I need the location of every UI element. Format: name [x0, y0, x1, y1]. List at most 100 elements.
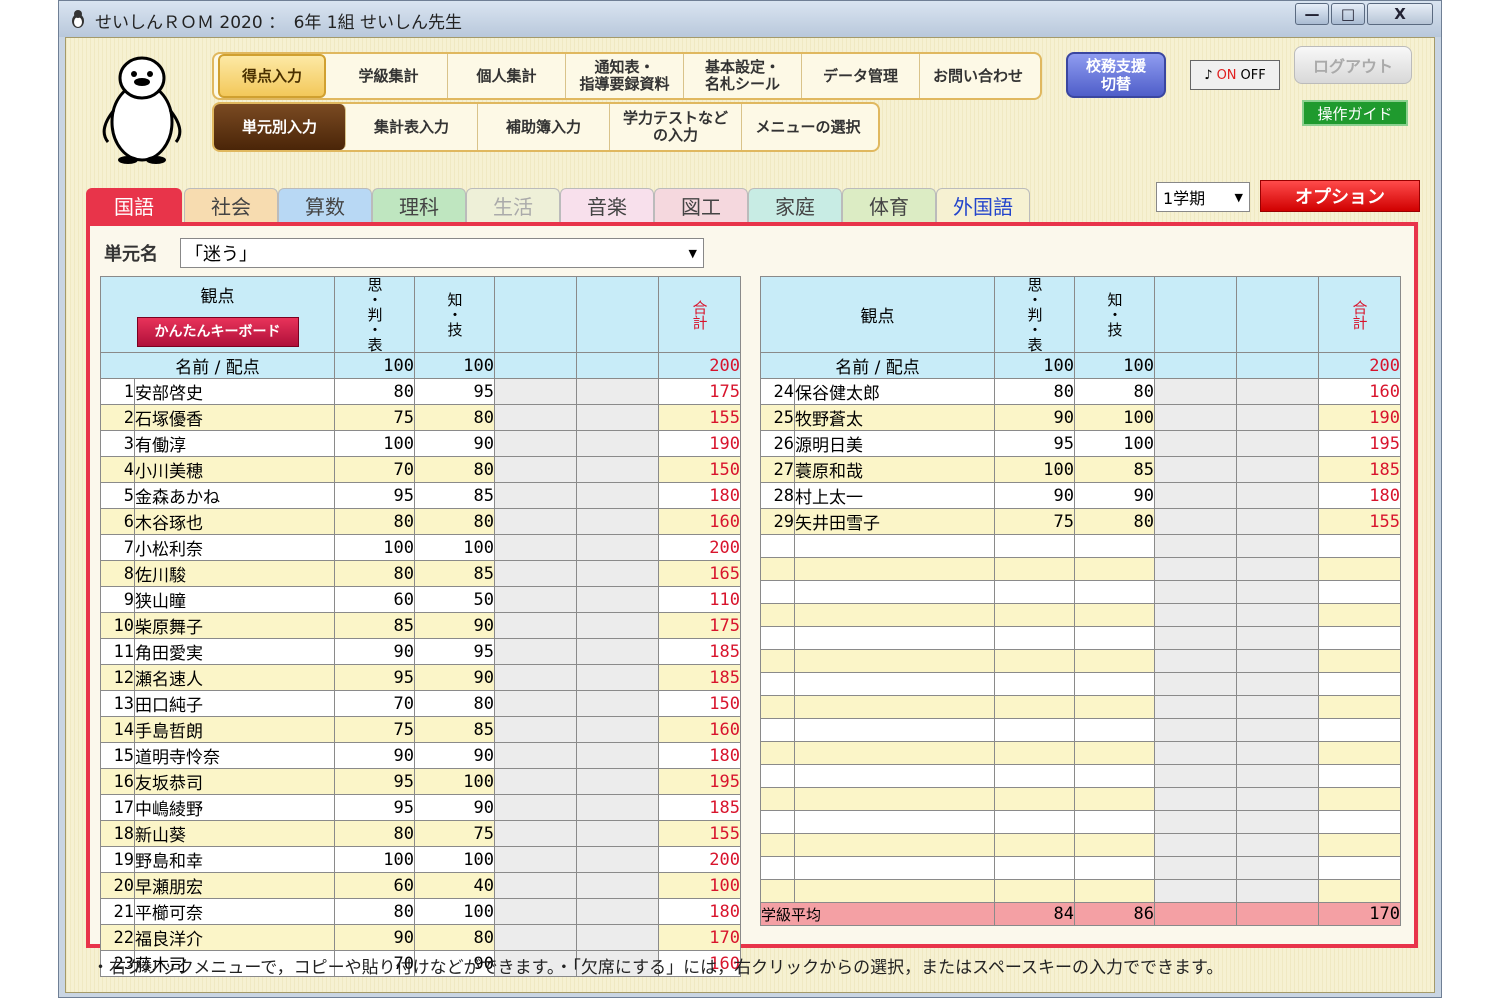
score-empty[interactable]: [1154, 764, 1237, 788]
score-empty[interactable]: [1236, 787, 1319, 811]
score-knowledge[interactable]: [1074, 787, 1155, 811]
score-empty[interactable]: [576, 924, 659, 951]
score-empty[interactable]: [576, 586, 659, 613]
score-thinking[interactable]: [994, 534, 1075, 558]
unit-select[interactable]: 「迷う」 ▼: [180, 238, 704, 268]
score-empty[interactable]: [494, 586, 577, 613]
score-empty[interactable]: [1154, 456, 1237, 483]
score-thinking[interactable]: [994, 810, 1075, 834]
score-thinking[interactable]: [994, 557, 1075, 581]
score-empty[interactable]: [576, 716, 659, 743]
sound-off-label[interactable]: OFF: [1241, 68, 1266, 83]
score-knowledge[interactable]: 100: [414, 898, 495, 925]
score-knowledge[interactable]: [1074, 695, 1155, 719]
score-empty[interactable]: [494, 482, 577, 509]
tab-japanese[interactable]: 国語: [86, 188, 182, 222]
score-thinking[interactable]: [994, 879, 1075, 903]
score-empty[interactable]: [1154, 580, 1237, 604]
score-empty[interactable]: [494, 612, 577, 639]
score-knowledge[interactable]: 90: [1074, 482, 1155, 509]
score-knowledge[interactable]: [1074, 764, 1155, 788]
score-empty[interactable]: [1154, 534, 1237, 558]
score-thinking[interactable]: 100: [334, 846, 415, 873]
nav-contact[interactable]: お問い合わせ: [920, 54, 1036, 98]
score-empty[interactable]: [1154, 482, 1237, 509]
close-button[interactable]: X: [1367, 3, 1433, 25]
score-knowledge[interactable]: 80: [414, 456, 495, 483]
score-thinking[interactable]: [994, 672, 1075, 696]
score-thinking[interactable]: [994, 741, 1075, 765]
score-thinking[interactable]: [994, 695, 1075, 719]
score-thinking[interactable]: [994, 856, 1075, 880]
score-knowledge[interactable]: 100: [1074, 404, 1155, 431]
score-empty[interactable]: [1154, 404, 1237, 431]
score-knowledge[interactable]: [1074, 603, 1155, 627]
score-thinking[interactable]: 80: [994, 378, 1075, 405]
score-empty[interactable]: [576, 664, 659, 691]
score-knowledge[interactable]: 100: [414, 534, 495, 561]
score-empty[interactable]: [1236, 764, 1319, 788]
operation-guide-button[interactable]: 操作ガイド: [1302, 100, 1408, 126]
nav-score-input[interactable]: 得点入力: [218, 54, 326, 98]
score-knowledge[interactable]: [1074, 580, 1155, 604]
score-thinking[interactable]: 80: [334, 898, 415, 925]
tab-home-economics[interactable]: 家庭: [748, 188, 842, 222]
score-thinking[interactable]: 75: [334, 404, 415, 431]
score-empty[interactable]: [494, 638, 577, 665]
score-knowledge[interactable]: 90: [414, 430, 495, 457]
logout-button[interactable]: ログアウト: [1294, 46, 1412, 84]
nav-class-summary[interactable]: 学級集計: [330, 54, 448, 98]
score-thinking[interactable]: [994, 787, 1075, 811]
score-empty[interactable]: [576, 898, 659, 925]
score-knowledge[interactable]: [1074, 879, 1155, 903]
score-thinking[interactable]: 80: [334, 560, 415, 587]
score-thinking[interactable]: 70: [334, 690, 415, 717]
score-empty[interactable]: [1236, 695, 1319, 719]
score-thinking[interactable]: 80: [334, 508, 415, 535]
score-empty[interactable]: [576, 534, 659, 561]
score-thinking[interactable]: 85: [334, 612, 415, 639]
score-empty[interactable]: [576, 794, 659, 821]
score-empty[interactable]: [1154, 557, 1237, 581]
score-empty[interactable]: [1236, 879, 1319, 903]
score-knowledge[interactable]: 80: [414, 924, 495, 951]
score-empty[interactable]: [494, 430, 577, 457]
score-empty[interactable]: [1154, 856, 1237, 880]
score-empty[interactable]: [1154, 603, 1237, 627]
score-knowledge[interactable]: 100: [414, 846, 495, 873]
maximize-button[interactable]: □: [1331, 3, 1365, 25]
score-thinking[interactable]: 100: [334, 430, 415, 457]
score-empty[interactable]: [576, 378, 659, 405]
subnav-aux-book-input[interactable]: 補助簿入力: [478, 104, 610, 150]
score-empty[interactable]: [1236, 626, 1319, 650]
score-empty[interactable]: [494, 560, 577, 587]
score-empty[interactable]: [1236, 508, 1319, 535]
score-empty[interactable]: [1154, 508, 1237, 535]
score-empty[interactable]: [494, 716, 577, 743]
subnav-unit-input[interactable]: 単元別入力: [214, 104, 346, 150]
score-knowledge[interactable]: 50: [414, 586, 495, 613]
score-thinking[interactable]: 80: [334, 378, 415, 405]
score-thinking[interactable]: 90: [994, 404, 1075, 431]
score-knowledge[interactable]: [1074, 557, 1155, 581]
score-empty[interactable]: [1236, 810, 1319, 834]
score-empty[interactable]: [576, 820, 659, 847]
score-knowledge[interactable]: 80: [1074, 378, 1155, 405]
score-empty[interactable]: [494, 846, 577, 873]
score-empty[interactable]: [494, 664, 577, 691]
score-thinking[interactable]: [994, 603, 1075, 627]
score-knowledge[interactable]: [1074, 856, 1155, 880]
score-thinking[interactable]: [994, 833, 1075, 857]
nav-personal-summary[interactable]: 個人集計: [448, 54, 566, 98]
score-empty[interactable]: [1154, 695, 1237, 719]
score-thinking[interactable]: [994, 718, 1075, 742]
score-knowledge[interactable]: [1074, 741, 1155, 765]
tab-foreign-language[interactable]: 外国語: [936, 188, 1030, 222]
score-empty[interactable]: [576, 404, 659, 431]
tab-art[interactable]: 図工: [654, 188, 748, 222]
score-knowledge[interactable]: 80: [414, 690, 495, 717]
score-thinking[interactable]: 75: [994, 508, 1075, 535]
score-empty[interactable]: [494, 794, 577, 821]
score-empty[interactable]: [576, 742, 659, 769]
score-knowledge[interactable]: [1074, 649, 1155, 673]
